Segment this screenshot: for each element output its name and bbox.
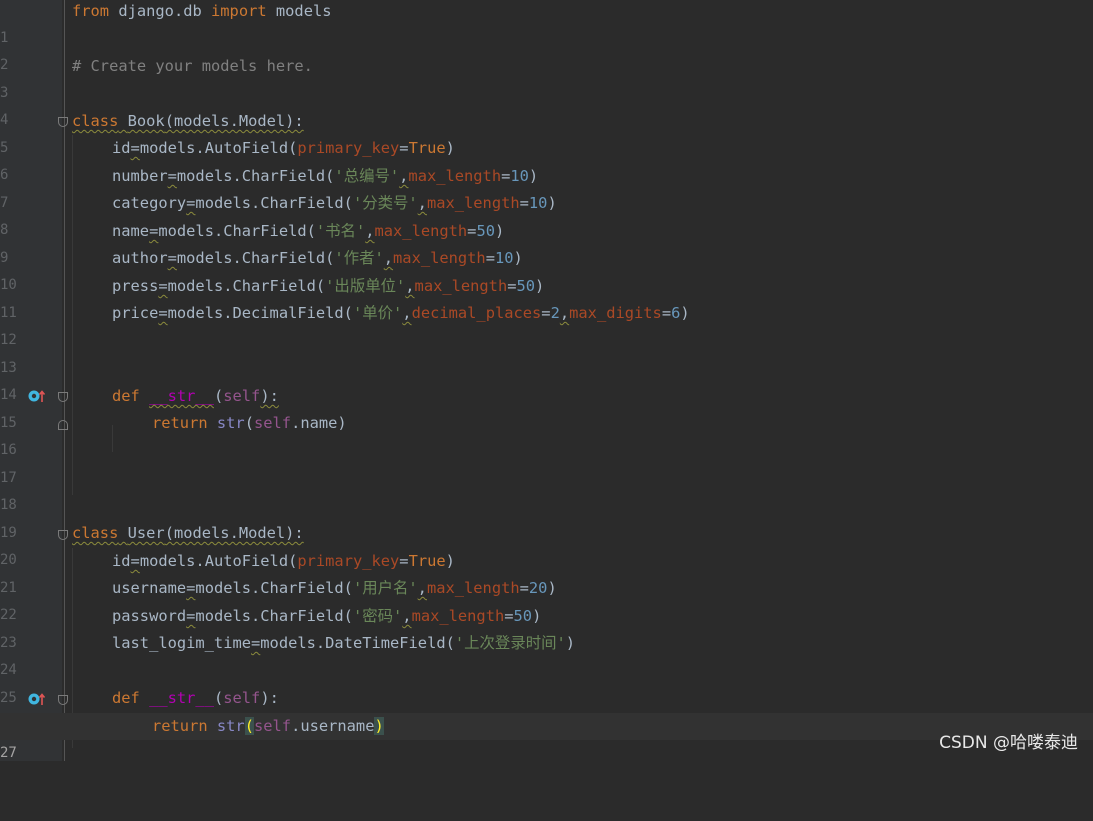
code-line[interactable]: 26 def __str__(self): [0,685,1093,733]
code-line[interactable]: 20 class User(models.Model): [0,520,1093,568]
code-editor[interactable]: 1 from django.db import models 2 3 # Cre… [0,0,1093,761]
code-line[interactable]: 12 price=models.DecimalField('单价',decima… [0,300,1093,348]
code-line[interactable]: 8 category=models.CharField('分类号',max_le… [0,190,1093,238]
line-number: 27 [0,745,17,761]
code-line[interactable]: 11 press=models.CharField('出版单位',max_len… [0,273,1093,321]
code-line[interactable]: 24 last_logim_time=models.DateTimeField(… [0,630,1093,678]
code-line[interactable]: 6 id=models.AutoField(primary_key=True) [0,135,1093,183]
code-line[interactable]: 15 def __str__(self): [0,383,1093,431]
code-line[interactable]: 3 # Create your models here. [0,53,1093,101]
watermark: CSDN @哈喽泰迪 [939,733,1078,753]
code-line[interactable]: 7 number=models.CharField('总编号',max_leng… [0,163,1093,211]
code-line[interactable]: 16 return str(self.name) [0,410,1093,458]
code-line[interactable]: 23 password=models.CharField('密码',max_le… [0,603,1093,651]
code-line[interactable]: 9 name=models.CharField('书名',max_length=… [0,218,1093,266]
code-line[interactable]: 21 id=models.AutoField(primary_key=True) [0,548,1093,596]
comment: # Create your models here. [72,57,313,75]
code-line[interactable]: 22 username=models.CharField('用户名',max_l… [0,575,1093,623]
code-line[interactable]: 13 [0,328,1093,376]
code-line[interactable]: 10 author=models.CharField('作者',max_leng… [0,245,1093,293]
code-line[interactable]: 5 class Book(models.Model): [0,108,1093,156]
code-line[interactable]: 18 [0,465,1093,513]
code-line[interactable]: 1 from django.db import models [0,0,1093,46]
code-line[interactable]: 4 [0,80,1093,128]
code-line[interactable]: 19 [0,493,1093,541]
code-line[interactable]: 14 [0,355,1093,403]
code-line[interactable]: 2 [0,25,1093,73]
code-line[interactable]: 17 [0,438,1093,486]
code-line[interactable]: 25 [0,658,1093,706]
code-line-current[interactable]: 27 return str(self.username) [0,713,1093,761]
